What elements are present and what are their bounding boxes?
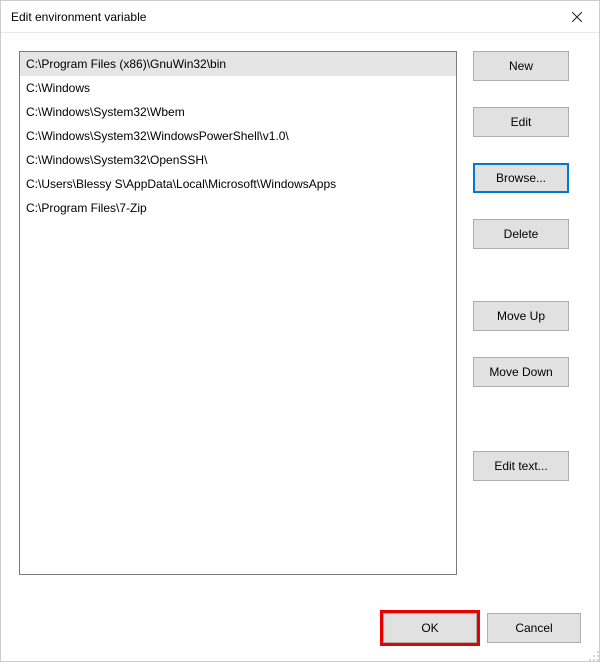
- dialog-body: C:\Program Files (x86)\GnuWin32\binC:\Wi…: [1, 33, 599, 613]
- browse-button[interactable]: Browse...: [473, 163, 569, 193]
- dialog-title: Edit environment variable: [11, 10, 554, 24]
- cancel-button[interactable]: Cancel: [487, 613, 581, 643]
- move-up-button[interactable]: Move Up: [473, 301, 569, 331]
- new-button[interactable]: New: [473, 51, 569, 81]
- path-list-item[interactable]: C:\Program Files (x86)\GnuWin32\bin: [20, 52, 456, 76]
- edit-env-var-dialog: Edit environment variable C:\Program Fil…: [0, 0, 600, 662]
- side-button-column: New Edit Browse... Delete Move Up Move D…: [473, 51, 569, 603]
- edit-button[interactable]: Edit: [473, 107, 569, 137]
- dialog-footer: OK Cancel: [1, 613, 599, 661]
- close-button[interactable]: [554, 1, 599, 33]
- path-list-item[interactable]: C:\Windows\System32\WindowsPowerShell\v1…: [20, 124, 456, 148]
- move-down-button[interactable]: Move Down: [473, 357, 569, 387]
- path-list-item[interactable]: C:\Windows: [20, 76, 456, 100]
- path-listbox[interactable]: C:\Program Files (x86)\GnuWin32\binC:\Wi…: [19, 51, 457, 575]
- path-list-item[interactable]: C:\Users\Blessy S\AppData\Local\Microsof…: [20, 172, 456, 196]
- close-icon: [572, 12, 582, 22]
- path-list-item[interactable]: C:\Windows\System32\OpenSSH\: [20, 148, 456, 172]
- titlebar: Edit environment variable: [1, 1, 599, 33]
- path-list-item[interactable]: C:\Program Files\7-Zip: [20, 196, 456, 220]
- delete-button[interactable]: Delete: [473, 219, 569, 249]
- edit-text-button[interactable]: Edit text...: [473, 451, 569, 481]
- path-list-item[interactable]: C:\Windows\System32\Wbem: [20, 100, 456, 124]
- resize-grip-icon[interactable]: [588, 650, 600, 662]
- ok-button[interactable]: OK: [383, 613, 477, 643]
